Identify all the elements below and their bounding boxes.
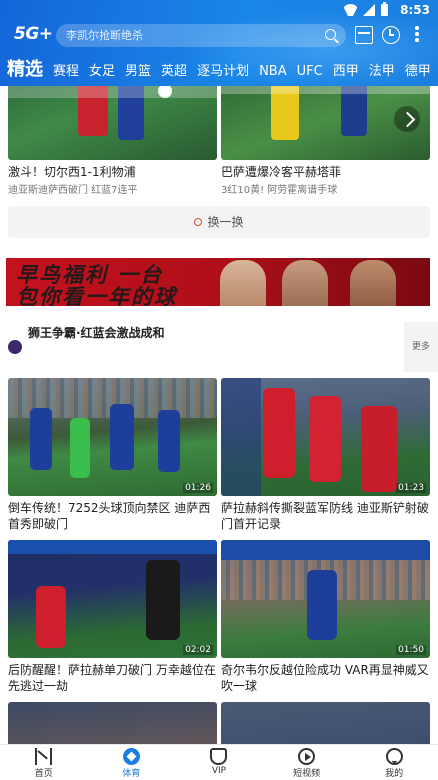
tab-nba[interactable]: NBA [254,62,292,82]
card-title[interactable]: 巴萨遭爆冷客平赫塔菲 [221,164,430,180]
tab-mens-basketball[interactable]: 男篮 [120,62,156,82]
nav-vip[interactable]: VIP [175,745,263,780]
tab-ligue-1[interactable]: 法甲 [364,62,400,82]
nav-sports[interactable]: 体育 [88,745,176,780]
signal-icon [363,4,375,16]
app-header: 8:53 5G+ 李凯尔抢断绝杀 精选 赛程 女足 男篮 英超 逐马计划 NBA… [0,0,438,86]
video-thumbnail[interactable] [8,86,217,160]
more-menu-icon[interactable] [414,26,420,44]
section-title[interactable]: 狮王争霸·红蓝会激战成和 [28,324,165,341]
card-title[interactable]: 激斗！切尔西1-1利物浦 [8,164,217,180]
search-icon[interactable] [325,29,336,40]
nav-label: 短视频 [293,769,321,779]
bottom-navigation: 首页 体育 VIP 短视频 我的 [0,744,438,780]
video-thumbnail[interactable] [221,86,430,160]
promo-banner[interactable]: 早鸟福利 一台 包你看一年的球 [6,258,430,306]
search-placeholder: 李凯尔抢断绝杀 [66,29,143,42]
nav-label: 首页 [34,769,53,779]
mine-icon [385,748,403,765]
category-tabs: 精选 赛程 女足 男篮 英超 逐马计划 NBA UFC 西甲 法甲 德甲 [0,56,438,82]
tab-schedule[interactable]: 赛程 [48,62,84,82]
video-thumbnail[interactable]: 01:50 [221,540,430,658]
video-title[interactable]: 萨拉赫斜传撕裂蓝军防线 迪亚斯铲射破门首开记录 [221,500,430,532]
history-icon[interactable] [382,26,400,44]
video-thumbnail[interactable] [221,702,430,744]
feed[interactable]: 激斗！切尔西1-1利物浦 迪亚斯迪萨西破门 红蓝7连平 巴萨遭爆冷客平赫塔菲 3… [0,86,438,744]
refresh-button[interactable]: 换一换 [8,206,430,238]
video-title[interactable]: 后防醒醒！萨拉赫单刀破门 万幸越位在先逃过一劫 [8,662,217,694]
sports-icon [122,748,140,765]
nav-short-video[interactable]: 短视频 [263,745,351,780]
tab-womens-football[interactable]: 女足 [84,62,120,82]
status-bar: 8:53 [0,0,438,22]
video-duration: 02:02 [183,645,213,655]
tab-bundesliga[interactable]: 德甲 [400,62,436,82]
video-thumbnail[interactable]: 01:23 [221,378,430,496]
banner-line-2: 包你看一年的球 [16,285,177,306]
video-title[interactable]: 奇尔韦尔反越位险成功 VAR再显神威又吹一球 [221,662,430,694]
tab-zhuma-plan[interactable]: 逐马计划 [192,62,254,82]
video-title[interactable]: 倒车传统！7252头球顶向禁区 迪萨西首秀即破门 [8,500,217,532]
refresh-label: 换一换 [207,215,244,229]
schedule-icon[interactable] [355,26,373,44]
video-thumbnail[interactable]: 01:26 [8,378,217,496]
home-icon [35,748,53,765]
share-icon[interactable] [394,106,420,132]
tab-premier-league[interactable]: 英超 [156,62,192,82]
video-thumbnail[interactable] [8,702,217,744]
nav-label: VIP [211,766,227,776]
battery-icon [381,2,388,16]
nav-mine[interactable]: 我的 [350,745,438,780]
card-subtitle: 迪亚斯迪萨西破门 红蓝7连平 [8,185,138,196]
status-icons [344,2,388,16]
player-photo [220,260,266,306]
video-duration: 01:23 [396,483,426,493]
vip-icon [210,748,228,765]
more-button[interactable]: 更多 [404,322,438,372]
nav-label: 我的 [385,769,404,779]
video-duration: 01:50 [396,645,426,655]
app-logo[interactable]: 5G+ [14,24,53,44]
tab-la-liga[interactable]: 西甲 [328,62,364,82]
player-photo [350,260,396,306]
wifi-icon [344,4,357,16]
search-input[interactable]: 李凯尔抢断绝杀 [56,24,346,47]
short-video-icon [298,748,316,765]
status-time: 8:53 [400,3,430,17]
section-avatar [8,340,22,354]
video-duration: 01:26 [183,483,213,493]
refresh-icon [194,218,203,226]
nav-home[interactable]: 首页 [0,745,88,780]
tab-featured[interactable]: 精选 [0,58,48,82]
tab-ufc[interactable]: UFC [292,62,328,82]
player-photo [282,260,328,306]
video-thumbnail[interactable]: 02:02 [8,540,217,658]
card-subtitle: 3红10黄! 阿劳霍离谱手球 [221,185,338,196]
nav-label: 体育 [122,769,141,779]
